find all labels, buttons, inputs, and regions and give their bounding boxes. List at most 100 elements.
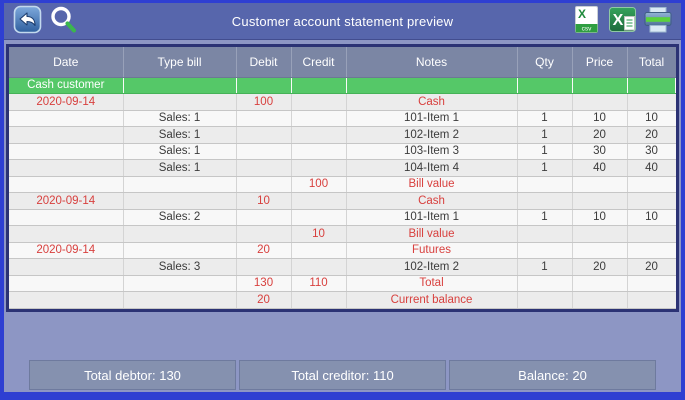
cell-type-bill [123, 93, 237, 111]
cell-type-bill: Sales: 1 [123, 110, 237, 127]
cell-credit [291, 209, 347, 226]
table-row: 2020-09-14 100 Cash [9, 93, 676, 111]
cell-price [572, 242, 628, 259]
cell-price: 30 [572, 143, 628, 160]
column-header-total: Total [627, 47, 676, 78]
cell-price: 40 [572, 159, 628, 177]
printer-icon [643, 6, 673, 37]
cell-qty [517, 225, 573, 243]
cell-qty [517, 176, 573, 193]
cell-notes: Current balance [346, 291, 518, 309]
search-icon [48, 5, 78, 38]
cell-qty [517, 242, 573, 259]
table-header-row: Date Type bill Debit Credit Notes Qty Pr… [9, 47, 676, 78]
cell-credit [291, 93, 347, 111]
cell-price [572, 77, 628, 94]
cell-type-bill [123, 275, 237, 292]
cell-credit [291, 192, 347, 210]
table-row: Sales: 1 104-Item 4 1 40 40 [9, 159, 676, 177]
cell-debit [236, 176, 292, 193]
cell-total [627, 242, 676, 259]
toolbar: Customer account statement preview X csv [4, 3, 681, 40]
cell-date: 2020-09-14 [9, 242, 124, 259]
cell-notes: Bill value [346, 176, 518, 193]
cell-total [627, 77, 676, 94]
cell-credit [291, 242, 347, 259]
cell-notes: 102-Item 2 [346, 258, 518, 276]
cell-date [9, 209, 124, 226]
cell-credit [291, 159, 347, 177]
cell-type-bill [123, 225, 237, 243]
back-button[interactable] [12, 5, 42, 36]
svg-text:csv: csv [581, 25, 592, 32]
cell-type-bill [123, 176, 237, 193]
cell-credit [291, 258, 347, 276]
export-csv-button[interactable]: X csv [571, 5, 601, 38]
table-row: 20 Current balance [9, 291, 676, 309]
balance: Balance: 20 [449, 360, 656, 390]
table-row: Sales: 2 101-Item 1 1 10 10 [9, 209, 676, 226]
cell-total [627, 225, 676, 243]
table-row: Sales: 1 101-Item 1 1 10 10 [9, 110, 676, 127]
cell-notes: Cash [346, 93, 518, 111]
cell-notes: Futures [346, 242, 518, 259]
cell-debit [236, 126, 292, 144]
column-header-credit: Credit [291, 47, 347, 78]
statement-table-body: Cash customer 2020-09-14 100 Cash Sales: 1 10… [9, 77, 676, 309]
cell-total [627, 93, 676, 111]
cell-debit: 10 [236, 192, 292, 210]
cell-date [9, 159, 124, 177]
customer-row: Cash customer [9, 77, 676, 94]
cell-qty: 1 [517, 258, 573, 276]
cell-price: 20 [572, 258, 628, 276]
cell-type-bill: Sales: 2 [123, 209, 237, 226]
cell-date [9, 275, 124, 292]
cell-qty [517, 275, 573, 292]
csv-export-icon: X csv [573, 5, 600, 38]
cell-qty: 1 [517, 126, 573, 144]
print-button[interactable] [643, 6, 673, 36]
cell-debit [236, 110, 292, 127]
cell-credit [291, 291, 347, 309]
cell-qty [517, 93, 573, 111]
cell-qty: 1 [517, 159, 573, 177]
search-button[interactable] [48, 6, 78, 36]
cell-date [9, 176, 124, 193]
cell-price [572, 176, 628, 193]
cell-price [572, 275, 628, 292]
cell-total [627, 192, 676, 210]
table-row: Sales: 1 103-Item 3 1 30 30 [9, 143, 676, 160]
cell-notes: 104-Item 4 [346, 159, 518, 177]
cell-type-bill: Sales: 1 [123, 159, 237, 177]
cell-date [9, 110, 124, 127]
cell-date: 2020-09-14 [9, 93, 124, 111]
cell-debit [236, 258, 292, 276]
total-debtor: Total debtor: 130 [29, 360, 236, 390]
cell-date: Cash customer [9, 77, 124, 94]
cell-notes: 101-Item 1 [346, 110, 518, 127]
cell-type-bill: Sales: 1 [123, 126, 237, 144]
cell-credit [291, 143, 347, 160]
cell-type-bill [123, 77, 237, 94]
cell-price [572, 225, 628, 243]
cell-credit [291, 126, 347, 144]
cell-date [9, 291, 124, 309]
cell-debit [236, 77, 292, 94]
cell-debit: 100 [236, 93, 292, 111]
table-row: 2020-09-14 10 Cash [9, 192, 676, 210]
total-creditor: Total creditor: 110 [239, 360, 446, 390]
table-row: 10 Bill value [9, 225, 676, 243]
cell-total: 20 [627, 126, 676, 144]
table-row: Sales: 3 102-Item 2 1 20 20 [9, 258, 676, 276]
cell-price: 10 [572, 209, 628, 226]
cell-credit: 110 [291, 275, 347, 292]
export-excel-button[interactable]: X [607, 6, 637, 36]
cell-debit [236, 225, 292, 243]
totals-bar: Total debtor: 130 Total creditor: 110 Ba… [29, 360, 656, 390]
cell-price [572, 93, 628, 111]
cell-total: 20 [627, 258, 676, 276]
cell-date [9, 225, 124, 243]
cell-total [627, 275, 676, 292]
cell-debit: 20 [236, 242, 292, 259]
column-header-qty: Qty [517, 47, 573, 78]
